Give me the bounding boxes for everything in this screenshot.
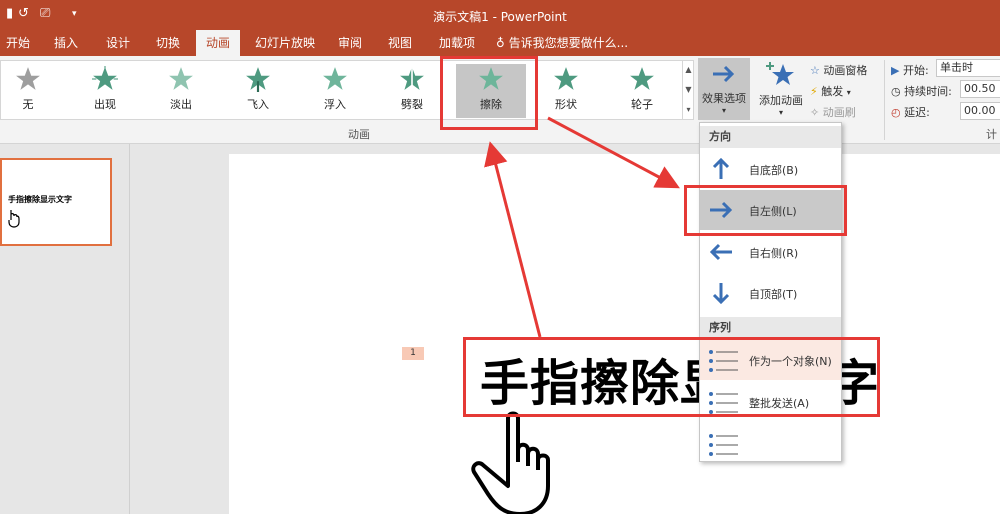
annotation-arrows [484, 116, 680, 338]
annotation-arrow-to-direction [547, 116, 680, 189]
annotation-arrow-to-wipe [484, 141, 542, 338]
